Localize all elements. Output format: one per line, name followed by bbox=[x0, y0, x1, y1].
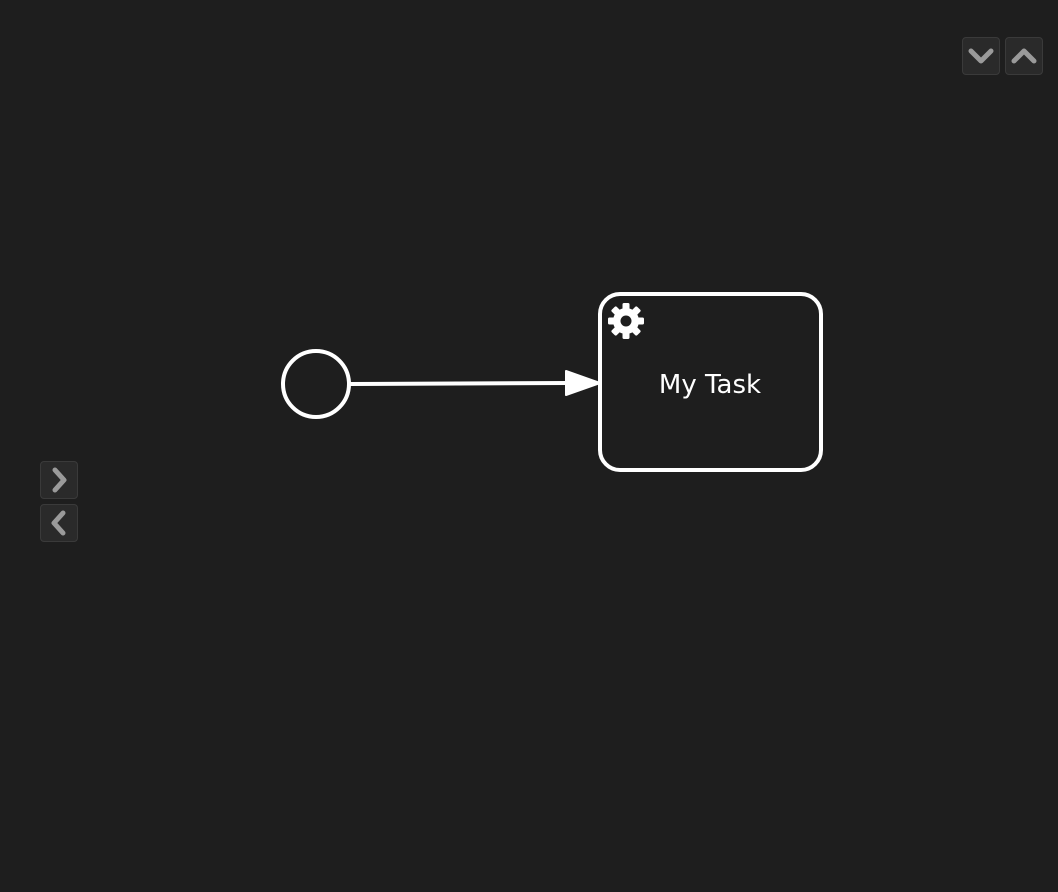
chevron-left-icon bbox=[51, 510, 66, 536]
prev-button[interactable] bbox=[40, 504, 78, 542]
task-label: My Task bbox=[659, 370, 761, 400]
next-button[interactable] bbox=[40, 461, 78, 499]
start-event[interactable] bbox=[281, 349, 351, 419]
diagram-canvas[interactable]: My Task bbox=[0, 0, 1058, 892]
chevron-right-icon bbox=[52, 467, 67, 493]
sequence-flow-arrowhead bbox=[565, 370, 601, 396]
sequence-flow[interactable] bbox=[349, 370, 601, 396]
gear-icon bbox=[608, 303, 644, 339]
chevron-up-icon bbox=[1011, 48, 1037, 64]
expand-button[interactable] bbox=[1005, 37, 1043, 75]
service-task[interactable]: My Task bbox=[598, 292, 823, 472]
chevron-down-icon bbox=[968, 48, 994, 64]
collapse-button[interactable] bbox=[962, 37, 1000, 75]
diagram-svg: My Task bbox=[281, 292, 823, 472]
